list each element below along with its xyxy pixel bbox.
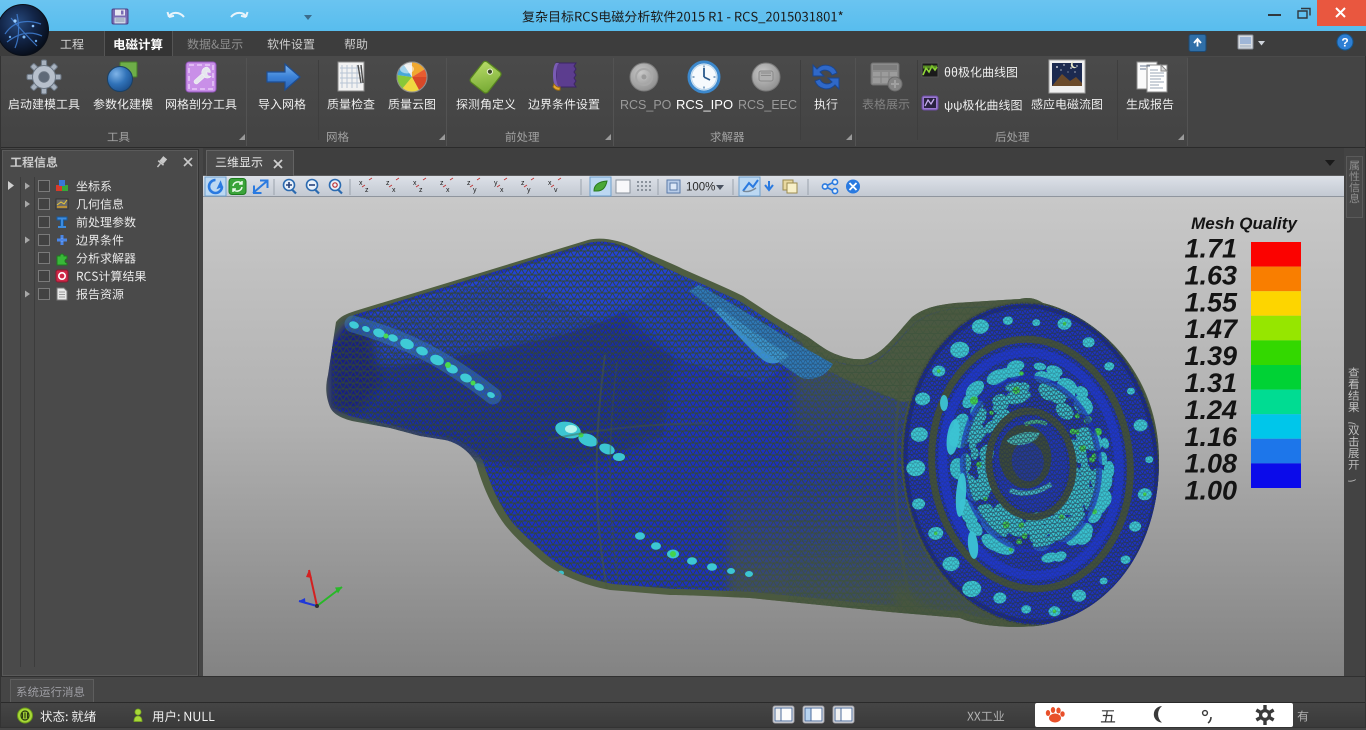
svg-text:z: z bbox=[467, 180, 471, 187]
svg-text:?: ? bbox=[1341, 36, 1348, 50]
svg-text:y: y bbox=[473, 187, 477, 194]
svg-text:1.24: 1.24 bbox=[1184, 395, 1237, 425]
svg-text:1.39: 1.39 bbox=[1184, 341, 1237, 371]
svg-text:1.31: 1.31 bbox=[1184, 368, 1237, 398]
svg-text:x: x bbox=[446, 187, 450, 194]
svg-text:1.00: 1.00 bbox=[1184, 476, 1237, 506]
svg-text:x: x bbox=[413, 180, 417, 187]
svg-text:z: z bbox=[386, 180, 390, 187]
svg-text:z: z bbox=[365, 187, 369, 194]
svg-text:x: x bbox=[392, 187, 396, 194]
svg-text:x: x bbox=[548, 180, 552, 187]
svg-text:z: z bbox=[419, 187, 423, 194]
svg-text:z: z bbox=[521, 180, 525, 187]
svg-text:1.16: 1.16 bbox=[1184, 422, 1238, 452]
svg-text:1.55: 1.55 bbox=[1184, 287, 1238, 317]
svg-text:1.71: 1.71 bbox=[1184, 234, 1237, 264]
svg-text:1.47: 1.47 bbox=[1184, 314, 1239, 344]
svg-text:x: x bbox=[500, 187, 504, 194]
svg-text:z: z bbox=[440, 180, 444, 187]
svg-text:1.63: 1.63 bbox=[1184, 260, 1237, 290]
svg-text:Mesh Quality: Mesh Quality bbox=[1191, 214, 1298, 233]
svg-text:v: v bbox=[554, 187, 558, 194]
svg-text:y: y bbox=[527, 187, 531, 194]
svg-text:y: y bbox=[494, 180, 498, 187]
svg-text:x: x bbox=[359, 180, 363, 187]
svg-text:100%: 100% bbox=[686, 182, 715, 194]
svg-text:1.08: 1.08 bbox=[1184, 449, 1237, 479]
